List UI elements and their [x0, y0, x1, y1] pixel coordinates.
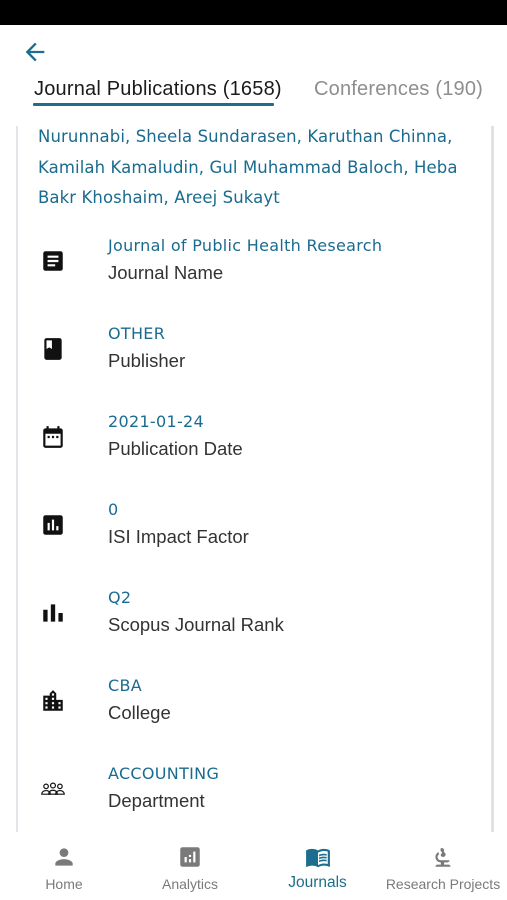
- tab-journal-publications[interactable]: Journal Publications (1658): [34, 78, 282, 101]
- authors-list: Nurunnabi, Sheela Sundarasen, Karuthan C…: [38, 127, 458, 207]
- publication-card: Nurunnabi, Sheela Sundarasen, Karuthan C…: [16, 126, 494, 832]
- building-icon: [40, 688, 66, 714]
- department-row: ACCOUNTING Department: [18, 764, 488, 832]
- publisher-row: OTHER Publisher: [18, 324, 488, 394]
- scopus-rank-label: Scopus Journal Rank: [108, 614, 284, 635]
- tab-conferences[interactable]: Conferences (190): [314, 78, 483, 101]
- publication-date-label: Publication Date: [108, 438, 243, 459]
- impact-factor-label: ISI Impact Factor: [108, 526, 249, 547]
- impact-factor-row: 0 ISI Impact Factor: [18, 500, 488, 570]
- bar-chart-icon: [40, 600, 66, 626]
- nav-analytics[interactable]: Analytics: [155, 832, 225, 900]
- analytics-icon: [176, 843, 204, 871]
- article-icon: [40, 248, 66, 274]
- group-icon: [40, 776, 66, 802]
- arrow-left-icon: [25, 42, 45, 62]
- nav-home-label: Home: [45, 876, 83, 892]
- tab-bar: Journal Publications (1658) Conferences …: [0, 68, 507, 110]
- impact-factor-value: 0: [108, 500, 119, 519]
- department-label: Department: [108, 790, 205, 811]
- nav-home[interactable]: Home: [34, 832, 94, 900]
- publisher-value: OTHER: [108, 324, 166, 343]
- journal-name-label: Journal Name: [108, 262, 224, 283]
- nav-research-projects[interactable]: Research Projects: [385, 832, 501, 900]
- journal-name-value: Journal of Public Health Research: [108, 236, 383, 255]
- college-row: CBA College: [18, 676, 488, 746]
- publication-date-value: 2021-01-24: [108, 412, 204, 431]
- open-book-icon: [304, 843, 332, 871]
- status-bar: [0, 0, 507, 25]
- active-tab-indicator: [33, 103, 274, 106]
- book-icon: [40, 336, 66, 362]
- journal-name-row: Journal of Public Health Research Journa…: [18, 236, 488, 306]
- department-value: ACCOUNTING: [108, 764, 220, 783]
- bottom-navigation: Home Analytics Journals Research Project…: [0, 832, 507, 900]
- scopus-rank-row: Q2 Scopus Journal Rank: [18, 588, 488, 658]
- college-value: CBA: [108, 676, 142, 695]
- person-icon: [50, 843, 78, 871]
- nav-analytics-label: Analytics: [161, 876, 219, 892]
- nav-research-projects-label: Research Projects: [385, 876, 501, 892]
- college-label: College: [108, 702, 171, 723]
- back-button[interactable]: [20, 38, 52, 66]
- calendar-icon: [40, 424, 66, 450]
- scopus-rank-value: Q2: [108, 588, 132, 607]
- publication-date-row: 2021-01-24 Publication Date: [18, 412, 488, 482]
- nav-journals[interactable]: Journals: [280, 832, 355, 900]
- publisher-label: Publisher: [108, 350, 186, 371]
- nav-journals-label: Journals: [288, 874, 347, 891]
- analytics-icon: [40, 512, 66, 538]
- microscope-icon: [429, 843, 457, 871]
